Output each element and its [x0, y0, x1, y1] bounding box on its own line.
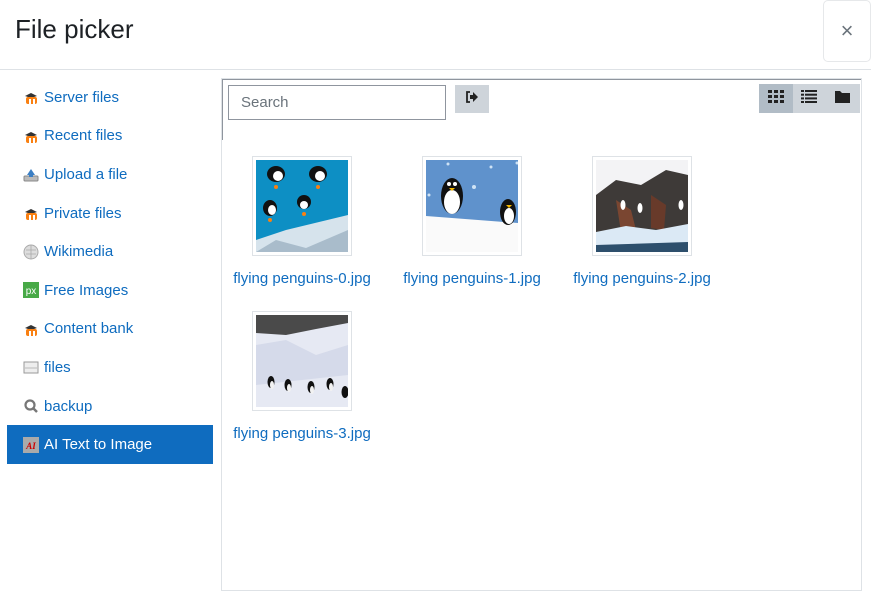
grid-icon	[767, 89, 784, 108]
sidebar-item-files[interactable]: files	[7, 348, 213, 387]
sidebar-item-label: Free Images	[44, 281, 129, 299]
upload-icon	[23, 166, 39, 182]
sidebar-item-label: Recent files	[44, 127, 123, 145]
sidebar-item-label: AI Text to Image	[44, 436, 153, 454]
search-submit-button[interactable]	[455, 85, 489, 113]
moodle-icon	[23, 128, 39, 144]
file-thumbnail	[422, 156, 522, 256]
sidebar-item-recent-files[interactable]: Recent files	[7, 117, 213, 156]
moodle-icon	[23, 89, 39, 105]
sidebar-item-server-files[interactable]: Server files	[7, 78, 213, 117]
file-thumbnail	[252, 156, 352, 256]
sidebar-item-ai-text-to-image[interactable]: AI AI Text to Image	[7, 425, 213, 464]
sidebar-item-label: files	[44, 358, 71, 376]
icons-view-button[interactable]	[759, 84, 793, 113]
sidebar-item-label: backup	[44, 397, 93, 415]
file-name: flying penguins-3.jpg	[233, 425, 371, 442]
sidebar-item-label: Content bank	[44, 320, 134, 338]
list-view-button[interactable]	[793, 84, 827, 113]
file-name: flying penguins-2.jpg	[573, 270, 711, 287]
file-name: flying penguins-0.jpg	[233, 270, 371, 287]
sidebar-item-private-files[interactable]: Private files	[7, 194, 213, 233]
sidebar-item-upload-a-file[interactable]: Upload a file	[7, 155, 213, 194]
close-icon: ×	[840, 18, 854, 43]
repository-list: Server files Recent files Upload a file …	[7, 78, 213, 464]
sidebar-item-label: Server files	[44, 88, 120, 106]
svg-text:px: px	[26, 286, 37, 297]
wikimedia-icon	[23, 244, 39, 260]
sidebar-item-wikimedia[interactable]: Wikimedia	[7, 232, 213, 271]
sidebar-item-label: Upload a file	[44, 165, 128, 183]
view-switcher	[759, 84, 860, 113]
file-thumbnail	[252, 311, 352, 411]
ai-icon: AI	[23, 436, 39, 453]
tree-view-button[interactable]	[826, 84, 860, 113]
filesystem-icon	[23, 359, 39, 375]
sign-in-icon	[465, 90, 479, 108]
file-name: flying penguins-1.jpg	[403, 270, 541, 287]
folder-icon	[835, 90, 851, 108]
list-icon	[801, 89, 818, 108]
dialog-title: File picker	[15, 14, 134, 44]
search-icon	[23, 398, 39, 414]
sidebar-item-free-images[interactable]: px Free Images	[7, 271, 213, 310]
sidebar-item-content-bank[interactable]: Content bank	[7, 310, 213, 349]
sidebar-item-label: Private files	[44, 204, 122, 222]
file-browser: flying penguins-0.jpg flying penguins-1.…	[221, 78, 862, 591]
sidebar-item-backup[interactable]: backup	[7, 387, 213, 426]
pixabay-icon: px	[23, 282, 39, 299]
search-input[interactable]	[228, 85, 446, 120]
moodle-icon	[23, 205, 39, 221]
close-button[interactable]: ×	[823, 0, 871, 62]
toolbar	[222, 79, 861, 140]
sidebar-item-label: Wikimedia	[44, 243, 114, 261]
dialog-header: File picker ×	[0, 0, 871, 70]
moodle-icon	[23, 321, 39, 337]
file-thumbnail	[592, 156, 692, 256]
svg-text:AI: AI	[25, 441, 36, 451]
